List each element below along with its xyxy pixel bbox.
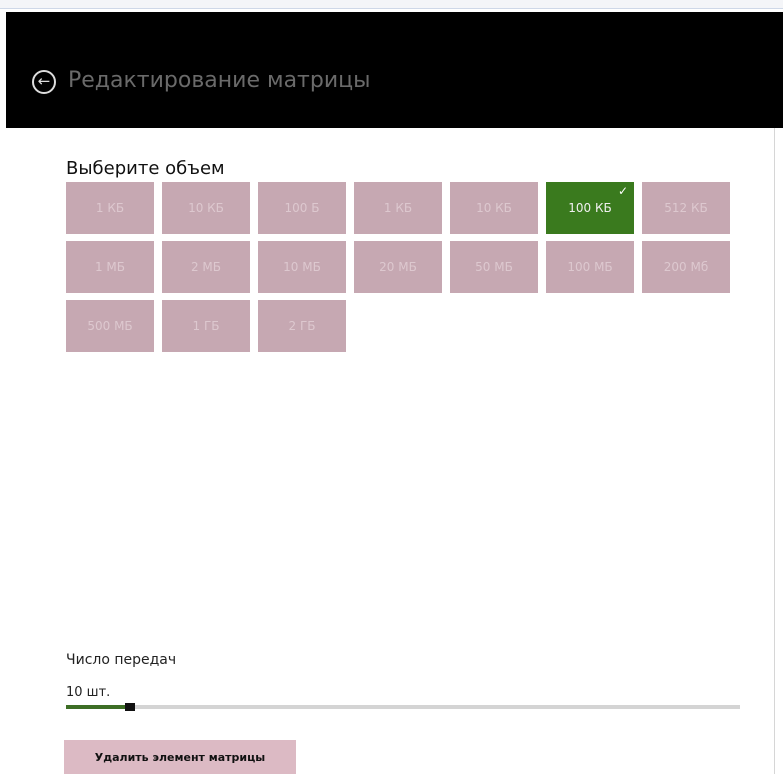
size-section-title: Выберите объем xyxy=(66,158,225,179)
size-option[interactable]: 10 КБ xyxy=(450,182,538,234)
slider-thumb[interactable] xyxy=(125,703,136,711)
app-header: ← Редактирование матрицы xyxy=(6,12,783,128)
size-option-label: 500 МБ xyxy=(87,319,133,333)
size-option[interactable]: 500 МБ xyxy=(66,300,154,352)
size-option-label: 20 МБ xyxy=(379,260,417,274)
checkmark-icon: ✓ xyxy=(617,184,628,198)
size-option[interactable]: 1 МБ xyxy=(66,241,154,293)
window-top-edge xyxy=(0,0,783,9)
size-option-label: 10 КБ xyxy=(476,201,512,215)
size-option[interactable]: 1 КБ xyxy=(66,182,154,234)
page-title: Редактирование матрицы xyxy=(68,68,371,93)
transfers-value: 10 шт. xyxy=(66,685,111,700)
size-option-label: 1 КБ xyxy=(95,201,125,215)
size-option[interactable]: 2 ГБ xyxy=(258,300,346,352)
size-option-label: 10 КБ xyxy=(188,201,224,215)
content-border xyxy=(774,128,775,774)
slider-track xyxy=(66,705,740,709)
size-option-label: 50 МБ xyxy=(475,260,513,274)
size-option-label: 200 Мб xyxy=(663,260,709,274)
size-option-label: 1 КБ xyxy=(383,201,413,215)
size-option[interactable]: 10 КБ xyxy=(162,182,250,234)
size-option-label: 100 МБ xyxy=(567,260,613,274)
size-option[interactable]: 100 Б xyxy=(258,182,346,234)
transfers-slider[interactable] xyxy=(66,703,740,711)
size-option-label: 1 ГБ xyxy=(192,319,220,333)
size-option[interactable]: 200 Мб xyxy=(642,241,730,293)
back-arrow-icon[interactable]: ← xyxy=(32,70,56,94)
slider-fill xyxy=(66,705,131,709)
size-option-label: 10 МБ xyxy=(283,260,321,274)
size-option-label: 2 ГБ xyxy=(288,319,316,333)
size-option[interactable]: 100 МБ xyxy=(546,241,634,293)
size-option-label: 100 КБ xyxy=(568,201,612,215)
size-option[interactable]: 20 МБ xyxy=(354,241,442,293)
size-option-label: 512 КБ xyxy=(664,201,708,215)
size-option-label: 2 МБ xyxy=(190,260,222,274)
transfers-label: Число передач xyxy=(66,652,177,668)
size-option[interactable]: 512 КБ xyxy=(642,182,730,234)
size-option[interactable]: 1 КБ xyxy=(354,182,442,234)
size-option-label: 100 Б xyxy=(284,201,320,215)
size-option[interactable]: 2 МБ xyxy=(162,241,250,293)
size-option[interactable]: 1 ГБ xyxy=(162,300,250,352)
size-option[interactable]: 10 МБ xyxy=(258,241,346,293)
delete-matrix-element-button[interactable]: Удалить элемент матрицы xyxy=(64,740,296,774)
size-option-label: 1 МБ xyxy=(94,260,126,274)
size-option-selected[interactable]: 100 КБ ✓ xyxy=(546,182,634,234)
size-option[interactable]: 50 МБ xyxy=(450,241,538,293)
